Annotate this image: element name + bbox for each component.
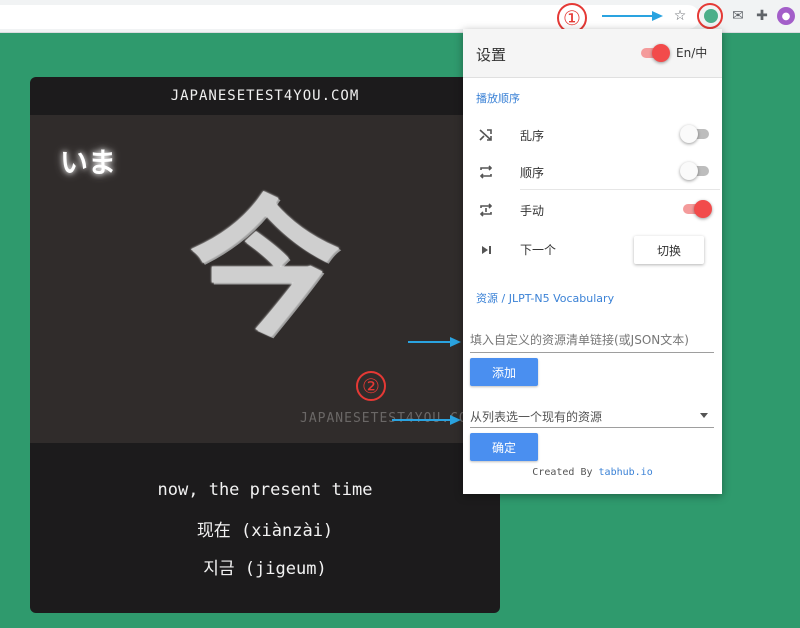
language-label: En/中 bbox=[676, 46, 708, 60]
next-label: 下一个 bbox=[520, 243, 557, 257]
toggle-knob bbox=[680, 125, 698, 143]
profile-avatar[interactable]: ● bbox=[777, 7, 795, 25]
english-meaning: now, the present time bbox=[157, 480, 373, 500]
extensions-puzzle-icon[interactable]: ✚ bbox=[753, 7, 771, 25]
source-heading: 资源 / JLPT-N5 Vocabulary bbox=[476, 292, 615, 305]
play-order-heading: 播放顺序 bbox=[476, 92, 520, 105]
popup-title: 设置 bbox=[476, 46, 507, 64]
option-manual-label: 手动 bbox=[520, 204, 545, 218]
card-site-title: JAPANESETEST4YOU.COM bbox=[170, 88, 360, 104]
skip-next-icon bbox=[477, 241, 495, 259]
toggle-knob bbox=[652, 44, 670, 62]
divider bbox=[520, 189, 720, 190]
manual-repeat-icon bbox=[477, 201, 495, 219]
shuffle-icon bbox=[477, 126, 495, 144]
option-shuffle-label: 乱序 bbox=[520, 129, 545, 143]
annotation-arrow-2a bbox=[408, 337, 461, 347]
mail-extension-icon[interactable]: ✉ bbox=[729, 7, 747, 25]
repeat-icon bbox=[477, 163, 495, 181]
confirm-button[interactable]: 确定 bbox=[470, 433, 538, 461]
option-sequence-label: 顺序 bbox=[520, 166, 545, 180]
credits: Created By tabhub.io bbox=[463, 467, 722, 478]
korean-meaning: 지금 (jigeum) bbox=[203, 559, 327, 579]
settings-popup: 设置 En/中 播放顺序 乱序 顺序 手动 下一个 切换 资源 / JLPT-N… bbox=[463, 29, 722, 494]
popup-header: 设置 En/中 bbox=[463, 29, 722, 78]
switch-button[interactable]: 切换 bbox=[634, 236, 704, 264]
card-image-area: いま 今 JAPANESETEST4YOU.COM bbox=[30, 115, 500, 443]
kanji-character: 今 bbox=[190, 183, 341, 357]
toggle-knob bbox=[680, 162, 698, 180]
sequence-toggle[interactable] bbox=[680, 162, 709, 180]
language-toggle[interactable] bbox=[641, 44, 670, 62]
toggle-knob bbox=[694, 200, 712, 218]
bookmark-star-icon[interactable]: ☆ bbox=[671, 7, 689, 25]
shuffle-toggle[interactable] bbox=[680, 125, 709, 143]
tabhub-link[interactable]: tabhub.io bbox=[599, 467, 653, 478]
credits-prefix: Created By bbox=[532, 467, 593, 478]
chevron-down-icon bbox=[700, 413, 708, 418]
annotation-marker-2: ② bbox=[356, 371, 386, 401]
manual-toggle[interactable] bbox=[683, 200, 712, 218]
kana-reading: いま bbox=[60, 146, 117, 179]
annotation-arrow-1 bbox=[602, 11, 663, 21]
resource-select[interactable]: 从列表选一个现有的资源 bbox=[470, 405, 714, 428]
annotation-arrow-2b bbox=[392, 415, 461, 425]
resource-select-placeholder: 从列表选一个现有的资源 bbox=[470, 410, 603, 424]
tabhub-extension-icon[interactable] bbox=[704, 9, 718, 23]
add-button[interactable]: 添加 bbox=[470, 358, 538, 386]
address-bar[interactable] bbox=[0, 5, 700, 29]
resource-url-input[interactable] bbox=[470, 328, 714, 353]
chinese-meaning: 现在 (xiànzài) bbox=[196, 521, 334, 541]
